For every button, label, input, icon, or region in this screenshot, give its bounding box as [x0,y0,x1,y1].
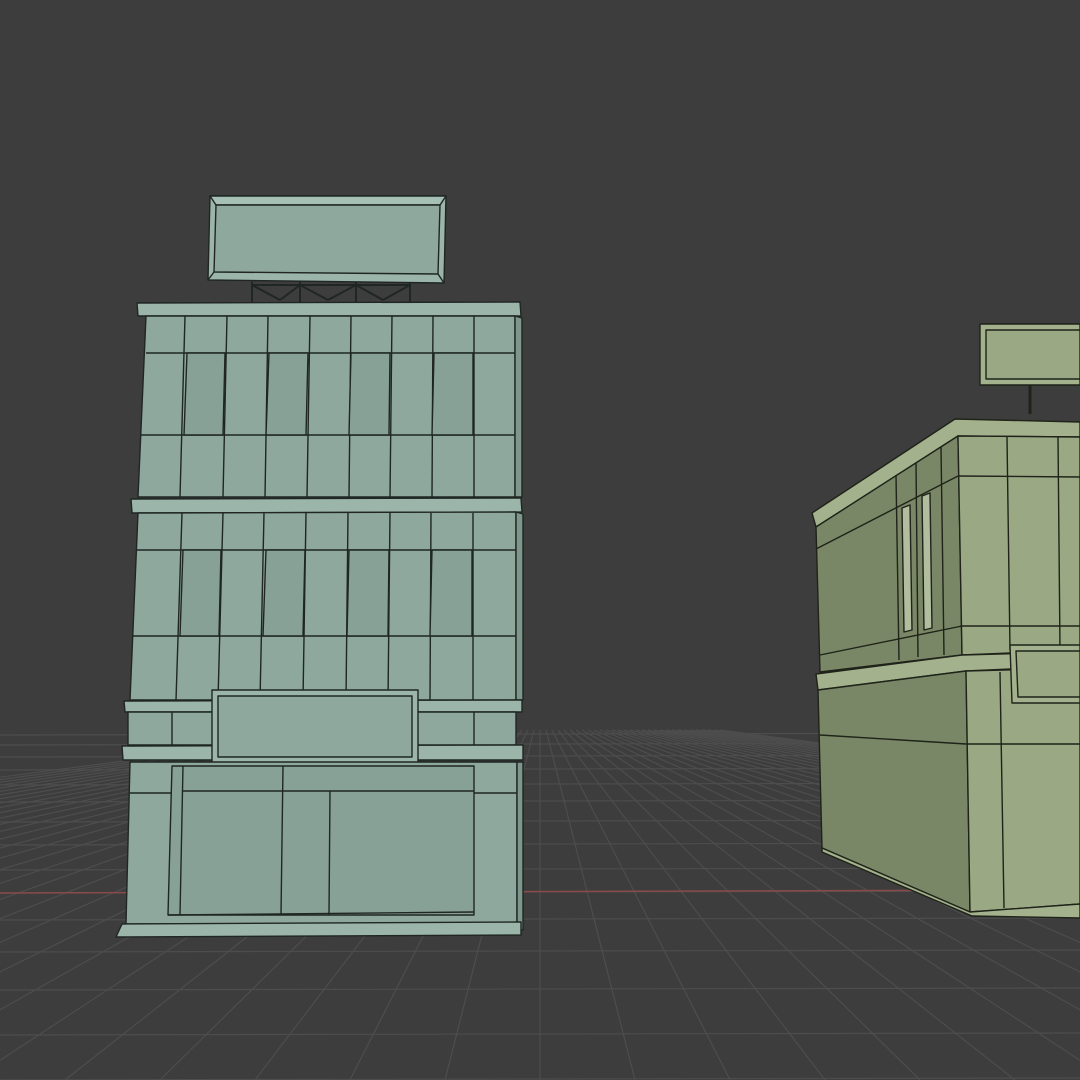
building-left[interactable] [115,195,524,938]
roof-billboard-right[interactable] [979,323,1080,414]
storefront-window-left [167,765,475,916]
facade-lower-front-right [965,667,1080,913]
base-plinth-left [115,921,522,938]
shop-sign-left[interactable] [211,689,419,764]
roof-billboard-left[interactable] [207,195,447,302]
viewport-scene[interactable] [0,0,1080,1080]
mid-cornice-left [130,497,523,514]
building-right[interactable] [811,323,1080,919]
shop-sign-right[interactable] [1009,644,1080,704]
3d-viewport[interactable] [0,0,1080,1080]
facade-upper-front-right [957,435,1080,656]
roof-cornice-left [136,301,522,317]
